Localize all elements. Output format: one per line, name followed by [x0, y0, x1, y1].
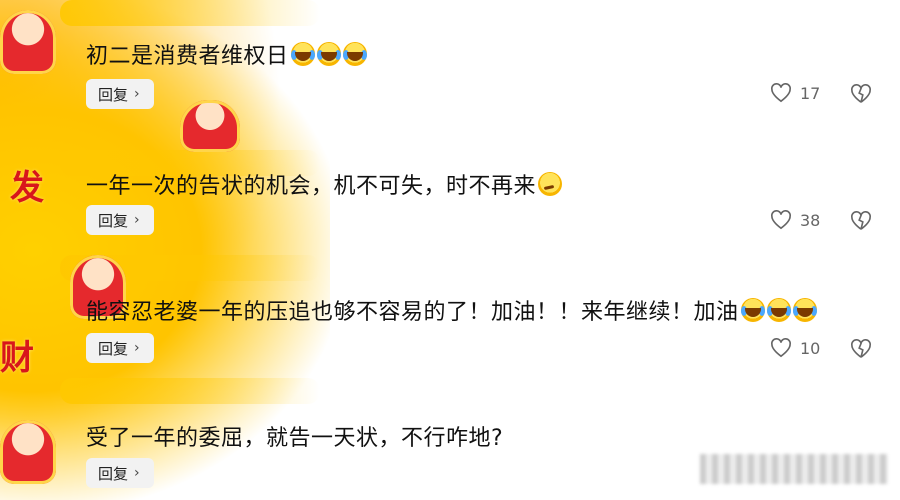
broken-heart-icon[interactable]	[850, 211, 872, 231]
like-count: 38	[800, 210, 821, 230]
decor-stripe	[60, 378, 320, 404]
reply-button[interactable]: 回复 ›	[86, 458, 154, 488]
cai-shen-figure	[0, 10, 56, 74]
like-button[interactable]: 38	[770, 210, 820, 230]
reply-button[interactable]: 回复 ›	[86, 79, 154, 109]
like-count: 10	[800, 338, 821, 358]
reply-label: 回复	[98, 339, 129, 358]
like-count: 17	[800, 83, 821, 103]
chevron-right-icon: ›	[134, 86, 140, 102]
comment-text: 能容忍老婆一年的压追也够不容易的了！加油！！来年继续！加油	[86, 294, 817, 326]
comment-text: 一年一次的告状的机会，机不可失，时不再来	[86, 168, 563, 200]
reply-label: 回复	[98, 85, 129, 104]
chevron-right-icon: ›	[134, 212, 140, 228]
laughing-crying-emoji-icon	[290, 42, 315, 66]
laughing-crying-emoji-icon	[792, 298, 817, 322]
like-button[interactable]: 17	[770, 83, 820, 103]
laughing-crying-emoji-icon	[342, 42, 367, 66]
heart-icon	[771, 210, 791, 230]
chevron-right-icon: ›	[134, 340, 140, 356]
chevron-right-icon: ›	[134, 465, 140, 481]
blurred-watermark	[700, 454, 888, 484]
reply-button[interactable]: 回复 ›	[86, 205, 154, 235]
reply-label: 回复	[98, 211, 129, 230]
reply-button[interactable]: 回复 ›	[86, 333, 154, 363]
comment-text: 受了一年的委屈，就告一天状，不行咋地?	[86, 426, 504, 451]
laughing-crying-emoji-icon	[740, 298, 765, 322]
decor-stripe	[60, 0, 320, 26]
cai-shen-figure	[180, 100, 240, 152]
heart-icon	[771, 83, 791, 103]
smirk-emoji-icon	[538, 172, 563, 196]
decor-fa-character: 发	[10, 168, 44, 208]
laughing-crying-emoji-icon	[766, 298, 791, 322]
broken-heart-icon[interactable]	[850, 84, 872, 104]
like-button[interactable]: 10	[770, 338, 820, 358]
laughing-crying-emoji-icon	[316, 42, 341, 66]
decor-cai-character: 财	[0, 338, 34, 378]
reply-label: 回复	[98, 464, 129, 483]
broken-heart-icon[interactable]	[850, 339, 872, 359]
heart-icon	[771, 338, 791, 358]
cai-shen-figure	[0, 420, 56, 484]
comment-text: 初二是消费者维权日	[86, 38, 367, 70]
